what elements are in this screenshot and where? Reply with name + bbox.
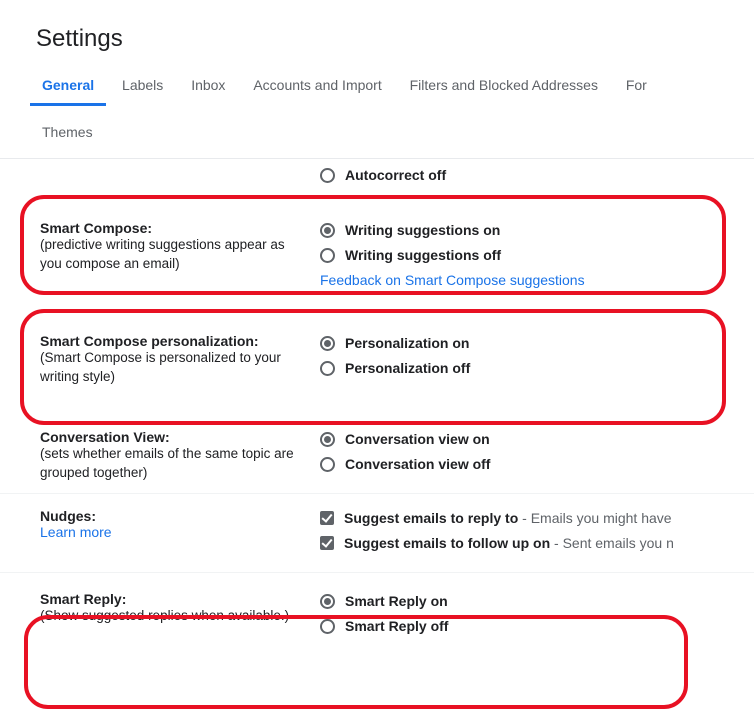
nudges-learn-more-link[interactable]: Learn more	[40, 524, 112, 540]
suggest-followup-desc: - Sent emails you n	[550, 535, 674, 551]
settings-body: Autocorrect off Smart Compose: (predicti…	[0, 159, 754, 667]
checkbox-suggest-followup[interactable]	[320, 536, 334, 550]
personalization-on-label: Personalization on	[345, 333, 469, 354]
tab-themes[interactable]: Themes	[30, 120, 105, 144]
writing-suggestions-off-label: Writing suggestions off	[345, 245, 501, 266]
radio-conversation-off[interactable]	[320, 457, 335, 472]
smart-reply-on-label: Smart Reply on	[345, 591, 448, 612]
conversation-row: Conversation View: (sets whether emails …	[0, 407, 754, 493]
tab-inbox[interactable]: Inbox	[179, 71, 237, 103]
radio-writing-suggestions-off[interactable]	[320, 248, 335, 263]
nudges-title: Nudges:	[40, 508, 96, 524]
radio-personalization-off[interactable]	[320, 361, 335, 376]
tab-forwarding[interactable]: For	[614, 71, 659, 103]
radio-personalization-on[interactable]	[320, 336, 335, 351]
suggest-reply-desc: - Emails you might have	[518, 510, 671, 526]
personalization-sub: (Smart Compose is personalized to your w…	[40, 349, 310, 387]
radio-conversation-on[interactable]	[320, 432, 335, 447]
smart-compose-title: Smart Compose:	[40, 220, 152, 236]
page-title: Settings	[0, 0, 754, 71]
nudges-row: Nudges: Learn more Suggest emails to rep…	[0, 494, 754, 572]
personalization-title: Smart Compose personalization:	[40, 333, 259, 349]
autocorrect-off-label: Autocorrect off	[345, 165, 446, 186]
tab-labels[interactable]: Labels	[110, 71, 175, 103]
tabs-row-2: Themes	[0, 106, 754, 154]
conversation-sub: (sets whether emails of the same topic a…	[40, 445, 310, 483]
conversation-title: Conversation View:	[40, 429, 170, 445]
smart-compose-row: Smart Compose: (predictive writing sugge…	[0, 196, 754, 315]
suggest-reply-label: Suggest emails to reply to	[344, 510, 518, 526]
writing-suggestions-on-label: Writing suggestions on	[345, 220, 500, 241]
tab-filters[interactable]: Filters and Blocked Addresses	[398, 71, 610, 103]
conversation-on-label: Conversation view on	[345, 429, 490, 450]
smart-reply-off-label: Smart Reply off	[345, 616, 448, 637]
smart-reply-row: Smart Reply: (Show suggested replies whe…	[0, 573, 754, 667]
personalization-row: Smart Compose personalization: (Smart Co…	[0, 315, 754, 407]
smart-compose-sub: (predictive writing suggestions appear a…	[40, 236, 310, 274]
radio-smart-reply-on[interactable]	[320, 594, 335, 609]
radio-smart-reply-off[interactable]	[320, 619, 335, 634]
tab-general[interactable]: General	[30, 71, 106, 106]
checkbox-suggest-reply[interactable]	[320, 511, 334, 525]
personalization-off-label: Personalization off	[345, 358, 470, 379]
autocorrect-row: Autocorrect off	[0, 159, 754, 196]
tab-accounts[interactable]: Accounts and Import	[241, 71, 393, 103]
conversation-off-label: Conversation view off	[345, 454, 490, 475]
smart-compose-feedback-link[interactable]: Feedback on Smart Compose suggestions	[320, 270, 585, 291]
tabs-row-1: General Labels Inbox Accounts and Import…	[0, 71, 754, 106]
radio-writing-suggestions-on[interactable]	[320, 223, 335, 238]
suggest-followup-label: Suggest emails to follow up on	[344, 535, 550, 551]
smart-reply-sub: (Show suggested replies when available.)	[40, 607, 310, 626]
smart-reply-title: Smart Reply:	[40, 591, 126, 607]
radio-autocorrect-off[interactable]	[320, 168, 335, 183]
